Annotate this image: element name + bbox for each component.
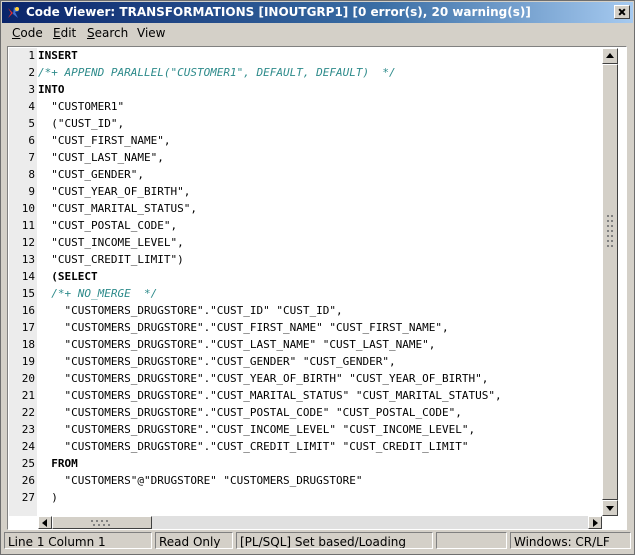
- status-language: [PL/SQL] Set based/Loading: [236, 532, 433, 549]
- code-line: "CUST_LAST_NAME",: [38, 151, 164, 164]
- code-line: "CUSTOMERS"@"DRUGSTORE" "CUSTOMERS_DRUGS…: [38, 474, 363, 487]
- line-number: 11: [21, 219, 35, 232]
- code-line: INTO: [38, 83, 65, 96]
- line-number: 3: [28, 83, 35, 96]
- menu-view[interactable]: View: [137, 26, 165, 40]
- vertical-scroll-thumb[interactable]: [602, 64, 618, 500]
- code-editor: 1 2 3 4 5 6 7 8 9 10 11 12 13 14 15 16 17 18 19 20 21 22 23 24 2…: [7, 46, 627, 530]
- menu-edit[interactable]: Edit: [53, 26, 76, 40]
- line-number: 10: [21, 202, 35, 215]
- menu-edit-mnemonic: E: [53, 26, 61, 40]
- line-number: 4: [28, 100, 35, 113]
- line-number-gutter: 1 2 3 4 5 6 7 8 9 10 11 12 13 14 15 16 17 18 19 20 21 22 23 24 2…: [9, 48, 37, 516]
- code-line: /*+ APPEND PARALLEL("CUSTOMER1", DEFAULT…: [38, 66, 396, 79]
- menu-view-label: View: [137, 26, 166, 40]
- code-line: ): [38, 491, 58, 504]
- line-number: 26: [21, 474, 35, 487]
- menu-search[interactable]: Search: [87, 26, 128, 40]
- code-line: "CUST_YEAR_OF_BIRTH",: [38, 185, 191, 198]
- title-bar[interactable]: Code Viewer: TRANSFORMATIONS [INOUTGRP1]…: [2, 2, 633, 23]
- code-viewer-window: Code Viewer: TRANSFORMATIONS [INOUTGRP1]…: [0, 0, 635, 555]
- menu-edit-label: dit: [60, 26, 77, 40]
- line-number: 9: [28, 185, 35, 198]
- menu-code-label: ode: [20, 26, 43, 40]
- arrow-left-icon: [42, 519, 47, 527]
- code-line: "CUSTOMER1": [38, 100, 125, 113]
- line-number: 23: [21, 423, 35, 436]
- line-number: 18: [21, 338, 35, 351]
- code-line: (SELECT: [38, 270, 98, 283]
- line-number: 8: [28, 168, 35, 181]
- line-number: 16: [21, 304, 35, 317]
- code-line: FROM: [38, 457, 78, 470]
- vertical-scrollbar[interactable]: [602, 48, 618, 516]
- code-line: "CUSTOMERS_DRUGSTORE"."CUST_FIRST_NAME" …: [38, 321, 449, 334]
- code-line: "CUSTOMERS_DRUGSTORE"."CUST_MARITAL_STAT…: [38, 389, 502, 402]
- line-number: 2: [28, 66, 35, 79]
- code-line: "CUST_INCOME_LEVEL",: [38, 236, 184, 249]
- line-number: 27: [21, 491, 35, 504]
- menu-search-label: earch: [94, 26, 129, 40]
- code-line: "CUSTOMERS_DRUGSTORE"."CUST_INCOME_LEVEL…: [38, 423, 476, 436]
- code-line: "CUSTOMERS_DRUGSTORE"."CUST_GENDER" "CUS…: [38, 355, 396, 368]
- horizontal-scrollbar[interactable]: [38, 516, 602, 529]
- code-line: /*+ NO_MERGE */: [38, 287, 158, 300]
- line-number: 25: [21, 457, 35, 470]
- line-number: 22: [21, 406, 35, 419]
- scroll-up-button[interactable]: [602, 48, 618, 64]
- status-line-endings: Windows: CR/LF: [510, 532, 631, 549]
- menu-search-mnemonic: S: [87, 26, 95, 40]
- horizontal-scroll-thumb[interactable]: [52, 516, 152, 529]
- code-line: INSERT: [38, 49, 78, 62]
- menu-bar: Code Edit Search View: [2, 24, 633, 44]
- code-line: ("CUST_ID",: [38, 117, 125, 130]
- line-number: 6: [28, 134, 35, 147]
- code-line: "CUSTOMERS_DRUGSTORE"."CUST_POSTAL_CODE"…: [38, 406, 462, 419]
- code-line: "CUST_FIRST_NAME",: [38, 134, 171, 147]
- code-line: "CUSTOMERS_DRUGSTORE"."CUST_YEAR_OF_BIRT…: [38, 372, 489, 385]
- arrow-up-icon: [606, 53, 614, 58]
- code-line: "CUSTOMERS_DRUGSTORE"."CUST_ID" "CUST_ID…: [38, 304, 343, 317]
- menu-code[interactable]: Code: [12, 26, 43, 40]
- window-title: Code Viewer: TRANSFORMATIONS [INOUTGRP1]…: [26, 5, 531, 19]
- code-line: "CUSTOMERS_DRUGSTORE"."CUST_LAST_NAME" "…: [38, 338, 436, 351]
- close-icon[interactable]: [614, 5, 630, 19]
- code-line: "CUST_POSTAL_CODE",: [38, 219, 178, 232]
- line-number: 5: [28, 117, 35, 130]
- line-number: 12: [21, 236, 35, 249]
- app-icon: [8, 7, 19, 18]
- code-line: "CUST_GENDER",: [38, 168, 144, 181]
- line-number: 19: [21, 355, 35, 368]
- line-number: 20: [21, 372, 35, 385]
- status-extra: [436, 532, 507, 549]
- scroll-down-button[interactable]: [602, 500, 618, 516]
- line-number: 13: [21, 253, 35, 266]
- code-line: "CUST_MARITAL_STATUS",: [38, 202, 197, 215]
- status-mode: Read Only: [155, 532, 233, 549]
- line-number: 15: [21, 287, 35, 300]
- status-bar: Line 1 Column 1 Read Only [PL/SQL] Set b…: [4, 532, 631, 550]
- line-number: 14: [21, 270, 35, 283]
- line-number: 21: [21, 389, 35, 402]
- code-line: "CUSTOMERS_DRUGSTORE"."CUST_CREDIT_LIMIT…: [38, 440, 469, 453]
- arrow-right-icon: [593, 519, 598, 527]
- status-cursor-position: Line 1 Column 1: [4, 532, 152, 549]
- line-number: 7: [28, 151, 35, 164]
- scroll-right-button[interactable]: [588, 516, 602, 529]
- arrow-down-icon: [606, 506, 614, 511]
- scroll-left-button[interactable]: [38, 516, 52, 529]
- line-number: 24: [21, 440, 35, 453]
- line-number: 1: [28, 49, 35, 62]
- line-number: 17: [21, 321, 35, 334]
- code-line: "CUST_CREDIT_LIMIT"): [38, 253, 184, 266]
- code-text-area[interactable]: INSERT /*+ APPEND PARALLEL("CUSTOMER1", D…: [38, 48, 600, 516]
